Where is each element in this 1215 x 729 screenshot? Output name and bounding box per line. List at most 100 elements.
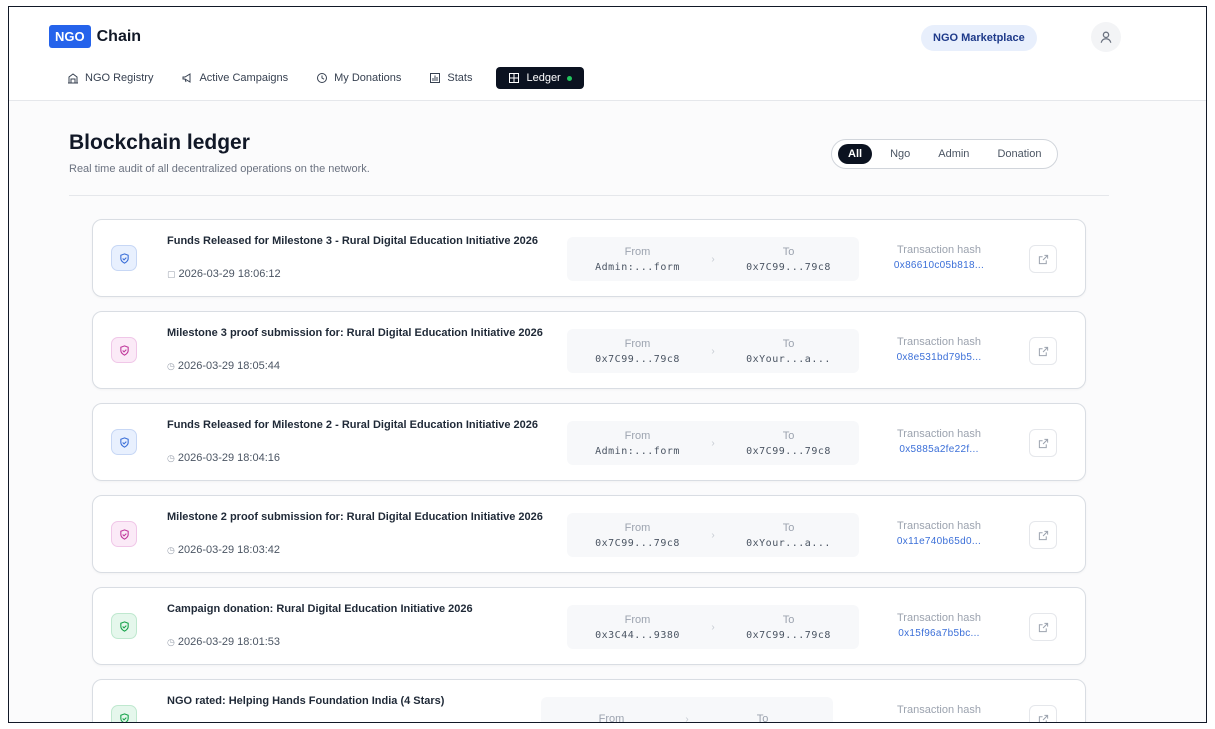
to-address: 0xYour...a... [746, 353, 831, 365]
entry-timestamp: ◷ 2026-03-29 18:05:44 [167, 360, 280, 372]
from-label: From [624, 429, 651, 442]
entry-title: Funds Released for Milestone 2 - Rural D… [167, 419, 539, 431]
transfer-box: From 0x7C99...79c8 › To 0xYour...a... [567, 513, 859, 557]
to-label: To [782, 337, 795, 350]
ledger-entry: Funds Released for Milestone 3 - Rural D… [92, 219, 1086, 297]
external-link-icon [1038, 438, 1048, 448]
hash-block: Transaction hash 0x8e531bd79b5... [873, 336, 1005, 363]
ledger-entry: Campaign donation: Rural Digital Educati… [92, 587, 1086, 665]
to-label: To [782, 521, 795, 534]
nav-active-campaigns[interactable]: Active Campaigns [169, 67, 300, 89]
clock-icon: ◷ [167, 360, 175, 371]
open-explorer-button[interactable] [1029, 429, 1057, 457]
nav-label: My Donations [334, 72, 402, 84]
entry-title: Campaign donation: Rural Digital Educati… [167, 603, 473, 615]
ledger-entry: NGO rated: Helping Hands Foundation Indi… [92, 679, 1086, 723]
hash-block: Transaction hash 0x15f96a7b5bc... [873, 612, 1005, 639]
hash-label: Transaction hash [897, 336, 981, 348]
from-label: From [624, 521, 651, 534]
to-address: 0x7C99...79c8 [746, 445, 831, 457]
clock-icon: ◷ [167, 544, 175, 555]
to-label: To [756, 713, 769, 723]
external-link-icon [1038, 622, 1048, 632]
transaction-hash-link[interactable]: 0x11e740b65d0... [897, 536, 981, 547]
arrow-right-icon: › [711, 253, 715, 265]
from-address: 0x7C99...79c8 [595, 537, 680, 549]
open-explorer-button[interactable] [1029, 337, 1057, 365]
brand-badge: NGO [49, 25, 91, 48]
entry-timestamp: ◷ 2026-03-29 18:03:42 [167, 544, 280, 556]
hash-label: Transaction hash [897, 704, 981, 716]
arrow-right-icon: › [685, 713, 689, 723]
page-subtitle: Real time audit of all decentralized ope… [69, 163, 370, 175]
ledger-entry: Milestone 2 proof submission for: Rural … [92, 495, 1086, 573]
calendar-icon: ▢ [167, 268, 176, 279]
arrow-right-icon: › [711, 437, 715, 449]
shield-icon [119, 528, 129, 540]
hash-block: Transaction hash 0x11e740b65d0... [873, 520, 1005, 547]
nav-label: Ledger [526, 72, 561, 84]
entry-title: Milestone 2 proof submission for: Rural … [167, 511, 543, 523]
filter-ngo[interactable]: Ngo [880, 144, 920, 164]
ngo-marketplace-button[interactable]: NGO Marketplace [921, 25, 1037, 51]
ledger-entry: Milestone 3 proof submission for: Rural … [92, 311, 1086, 389]
main-nav: NGO Registry Active Campaigns My Donatio… [53, 67, 584, 89]
to-label: To [782, 245, 795, 258]
filter-admin[interactable]: Admin [928, 144, 979, 164]
from-label: From [598, 713, 625, 723]
ledger-entry: Funds Released for Milestone 2 - Rural D… [92, 403, 1086, 481]
entry-title: NGO rated: Helping Hands Foundation Indi… [167, 695, 445, 707]
clock-icon: ◷ [167, 452, 175, 463]
arrow-right-icon: › [711, 345, 715, 357]
live-indicator-dot [566, 75, 572, 81]
entry-time: 2026-03-29 18:01:53 [177, 636, 281, 648]
filter-all[interactable]: All [838, 144, 873, 164]
external-link-icon [1038, 530, 1048, 540]
hash-label: Transaction hash [897, 520, 981, 532]
filter-donation[interactable]: Donation [987, 144, 1051, 164]
transfer-box: From Admin:...form › To 0x7C99...79c8 [567, 421, 859, 465]
top-bar: NGO Chain NGO Marketplace NGO Registry A… [9, 7, 1206, 101]
nav-stats[interactable]: Stats [417, 67, 484, 89]
transaction-hash-link[interactable]: 0x15f96a7b5bc... [898, 628, 980, 639]
shield-icon [119, 712, 129, 722]
chart-icon [430, 73, 441, 83]
open-explorer-button[interactable] [1029, 521, 1057, 549]
entry-time: 2026-03-29 18:03:42 [177, 544, 281, 556]
hash-label: Transaction hash [897, 612, 981, 624]
transaction-hash-link[interactable]: 0x86610c05b818... [894, 260, 984, 271]
hash-block: Transaction hash 0x5885a2fe22f... [873, 428, 1005, 455]
shield-icon [119, 252, 129, 264]
user-account-button[interactable] [1091, 22, 1121, 52]
entry-type-badge [111, 613, 137, 639]
divider [69, 195, 1109, 196]
external-link-icon [1038, 714, 1048, 722]
from-address: Admin:...form [595, 445, 680, 457]
transfer-box: From Admin:...form › To 0x7C99...79c8 [567, 237, 859, 281]
hash-label: Transaction hash [897, 428, 981, 440]
transfer-box: From 0x3C44...9380 › To 0x7C99...79c8 [567, 605, 859, 649]
nav-my-donations[interactable]: My Donations [304, 67, 413, 89]
open-explorer-button[interactable] [1029, 705, 1057, 722]
history-icon [317, 73, 328, 83]
clock-icon: ◷ [167, 636, 175, 647]
shield-icon [119, 620, 129, 632]
entry-type-badge [111, 245, 137, 271]
open-explorer-button[interactable] [1029, 245, 1057, 273]
brand-logo[interactable]: NGO Chain [49, 25, 141, 48]
open-explorer-button[interactable] [1029, 613, 1057, 641]
entry-type-badge [111, 521, 137, 547]
shield-icon [119, 344, 129, 356]
entry-time: 2026-03-29 18:05:44 [177, 360, 281, 372]
entry-title: Milestone 3 proof submission for: Rural … [167, 327, 543, 339]
transaction-hash-link[interactable]: 0x8e531bd79b5... [897, 352, 982, 363]
nav-label: Stats [447, 72, 473, 84]
building-icon [68, 73, 78, 84]
nav-ledger[interactable]: Ledger [496, 67, 584, 89]
entry-timestamp: ◷ 2026-03-29 18:04:16 [167, 452, 280, 464]
user-icon [1100, 31, 1112, 43]
to-address: 0x7C99...79c8 [746, 629, 831, 641]
shield-icon [119, 436, 129, 448]
transaction-hash-link[interactable]: 0x5885a2fe22f... [899, 444, 978, 455]
nav-ngo-registry[interactable]: NGO Registry [53, 67, 165, 89]
